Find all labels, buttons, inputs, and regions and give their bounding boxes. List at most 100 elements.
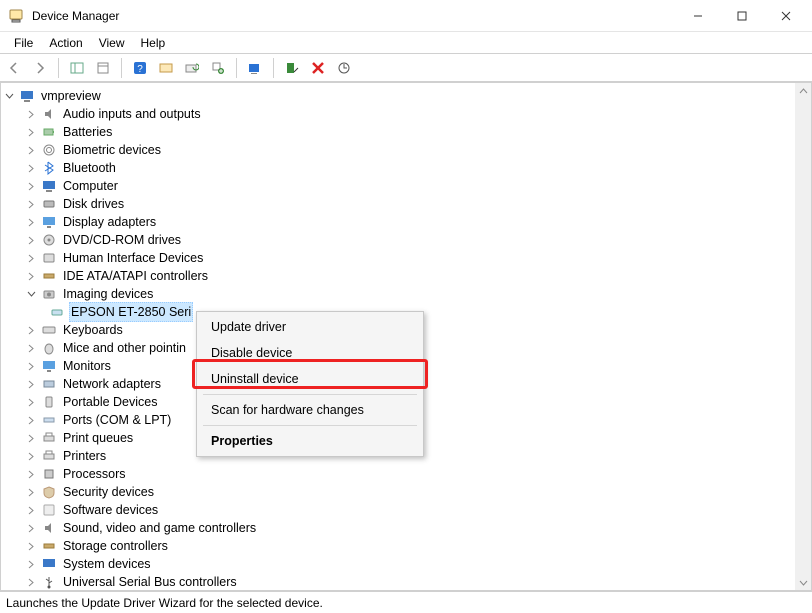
tree-category[interactable]: Sound, video and game controllers [3, 519, 809, 537]
tree-category[interactable]: Batteries [3, 123, 809, 141]
minimize-button[interactable] [676, 1, 720, 31]
tree-category[interactable]: Disk drives [3, 195, 809, 213]
tree-category[interactable]: Audio inputs and outputs [3, 105, 809, 123]
tree-category[interactable]: IDE ATA/ATAPI controllers [3, 267, 809, 285]
menubar: File Action View Help [0, 32, 812, 54]
help-button[interactable]: ? [130, 58, 150, 78]
close-button[interactable] [764, 1, 808, 31]
window-title: Device Manager [32, 9, 676, 23]
show-hide-tree-button[interactable] [67, 58, 87, 78]
chevron-right-icon[interactable] [25, 576, 37, 588]
toolbar: ? [0, 54, 812, 82]
tree-category[interactable]: Display adapters [3, 213, 809, 231]
tree-category[interactable]: Universal Serial Bus controllers [3, 573, 809, 591]
chevron-right-icon[interactable] [25, 396, 37, 408]
chevron-right-icon[interactable] [25, 414, 37, 426]
titlebar: Device Manager [0, 0, 812, 32]
chevron-right-icon[interactable] [25, 558, 37, 570]
chevron-right-icon[interactable] [25, 198, 37, 210]
selected-device-label: EPSON ET-2850 Seri [69, 302, 193, 322]
chevron-right-icon[interactable] [25, 450, 37, 462]
processor-icon [41, 466, 57, 482]
scroll-down-button[interactable] [795, 574, 811, 590]
chevron-right-icon[interactable] [25, 540, 37, 552]
back-button[interactable] [4, 58, 24, 78]
tree-category[interactable]: Security devices [3, 483, 809, 501]
context-disable-device[interactable]: Disable device [197, 340, 423, 366]
scan-hardware-button[interactable] [156, 58, 176, 78]
chevron-right-icon[interactable] [25, 360, 37, 372]
scan-for-changes-button[interactable] [334, 58, 354, 78]
context-separator [203, 394, 417, 395]
disable-device-button[interactable] [282, 58, 302, 78]
svg-text:?: ? [137, 64, 143, 75]
menu-action[interactable]: Action [41, 34, 90, 52]
chevron-right-icon[interactable] [25, 522, 37, 534]
network-icon [41, 376, 57, 392]
maximize-button[interactable] [720, 1, 764, 31]
tree-category[interactable]: Processors [3, 465, 809, 483]
tree-root[interactable]: vmpreview [3, 87, 809, 105]
print-queue-icon [41, 430, 57, 446]
add-legacy-hardware-button[interactable] [208, 58, 228, 78]
enable-device-button[interactable] [245, 58, 265, 78]
chevron-right-icon[interactable] [25, 144, 37, 156]
context-uninstall-device[interactable]: Uninstall device [197, 366, 423, 392]
chevron-down-icon[interactable] [25, 288, 37, 300]
chevron-right-icon[interactable] [25, 432, 37, 444]
context-scan-hardware[interactable]: Scan for hardware changes [197, 397, 423, 423]
menu-view[interactable]: View [91, 34, 133, 52]
chevron-right-icon[interactable] [25, 252, 37, 264]
context-properties[interactable]: Properties [197, 428, 423, 454]
menu-file[interactable]: File [6, 34, 41, 52]
tree-category[interactable]: Storage controllers [3, 537, 809, 555]
chevron-right-icon[interactable] [25, 162, 37, 174]
statusbar-text: Launches the Update Driver Wizard for th… [6, 596, 323, 610]
tree-category[interactable]: Human Interface Devices [3, 249, 809, 267]
disk-icon [41, 196, 57, 212]
scroll-up-button[interactable] [795, 83, 811, 99]
scroll-track[interactable] [795, 99, 811, 574]
sound-icon [41, 520, 57, 536]
update-driver-button[interactable] [182, 58, 202, 78]
tree-category[interactable]: Biometric devices [3, 141, 809, 159]
chevron-right-icon[interactable] [25, 378, 37, 390]
chevron-right-icon[interactable] [25, 468, 37, 480]
optical-drive-icon [41, 232, 57, 248]
chevron-right-icon[interactable] [25, 234, 37, 246]
forward-button[interactable] [30, 58, 50, 78]
context-update-driver[interactable]: Update driver [197, 314, 423, 340]
uninstall-device-button[interactable] [308, 58, 328, 78]
chevron-right-icon[interactable] [25, 270, 37, 282]
menu-help[interactable]: Help [133, 34, 174, 52]
hid-icon [41, 250, 57, 266]
vertical-scrollbar[interactable] [795, 83, 811, 590]
chevron-right-icon[interactable] [25, 108, 37, 120]
chevron-right-icon[interactable] [25, 324, 37, 336]
tree-category[interactable]: System devices [3, 555, 809, 573]
tree-category-imaging[interactable]: Imaging devices [3, 285, 809, 303]
chevron-down-icon[interactable] [3, 90, 15, 102]
scanner-icon [49, 304, 65, 320]
mouse-icon [41, 340, 57, 356]
chevron-right-icon[interactable] [25, 504, 37, 516]
chevron-right-icon[interactable] [25, 180, 37, 192]
context-menu: Update driver Disable device Uninstall d… [196, 311, 424, 457]
app-icon [8, 8, 24, 24]
properties-button[interactable] [93, 58, 113, 78]
tree-category[interactable]: Computer [3, 177, 809, 195]
portable-device-icon [41, 394, 57, 410]
port-icon [41, 412, 57, 428]
chevron-right-icon[interactable] [25, 216, 37, 228]
usb-icon [41, 574, 57, 590]
tree-category[interactable]: Bluetooth [3, 159, 809, 177]
audio-icon [41, 106, 57, 122]
chevron-right-icon[interactable] [25, 486, 37, 498]
security-icon [41, 484, 57, 500]
chevron-right-icon[interactable] [25, 342, 37, 354]
chevron-right-icon[interactable] [25, 126, 37, 138]
tree-category[interactable]: Software devices [3, 501, 809, 519]
fingerprint-icon [41, 142, 57, 158]
battery-icon [41, 124, 57, 140]
tree-category[interactable]: DVD/CD-ROM drives [3, 231, 809, 249]
